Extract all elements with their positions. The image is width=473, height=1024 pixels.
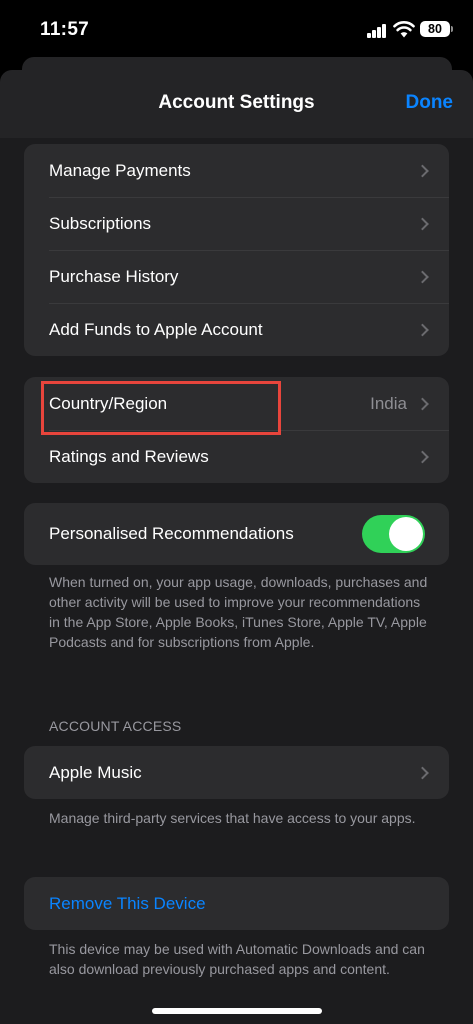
row-label: Apple Music: [49, 762, 142, 782]
status-bar: 11:57 80: [0, 0, 473, 58]
row-label: Ratings and Reviews: [49, 446, 209, 466]
ratings-reviews-row[interactable]: Ratings and Reviews: [24, 430, 449, 483]
remove-device-button[interactable]: Remove This Device: [49, 894, 206, 914]
row-label: Purchase History: [49, 266, 179, 286]
country-value: India: [370, 393, 407, 413]
done-button[interactable]: Done: [406, 92, 454, 114]
status-time: 11:57: [40, 19, 90, 40]
nav-bar: Account Settings Done: [0, 70, 473, 138]
chevron-right-icon: [416, 217, 429, 230]
row-label: Subscriptions: [49, 213, 152, 233]
chevron-right-icon: [416, 397, 429, 410]
add-funds-row[interactable]: Add Funds to Apple Account: [24, 303, 449, 356]
toggle-knob: [389, 517, 423, 551]
home-indicator[interactable]: [152, 1008, 322, 1014]
account-access-header: ACCOUNT ACCESS: [49, 718, 182, 734]
personalised-toggle[interactable]: [362, 515, 425, 553]
subscriptions-row[interactable]: Subscriptions: [24, 197, 449, 250]
personalised-recommendations-row: Personalised Recommendations: [24, 503, 449, 565]
account-access-footnote: Manage third-party services that have ac…: [49, 810, 416, 826]
manage-payments-row[interactable]: Manage Payments: [24, 144, 449, 197]
battery-icon: 80: [420, 21, 453, 37]
purchase-history-row[interactable]: Purchase History: [24, 250, 449, 303]
wifi-icon: [393, 21, 415, 38]
account-access-group: Apple Music: [24, 746, 449, 799]
row-label: Manage Payments: [49, 160, 191, 180]
personalised-footnote: When turned on, your app usage, download…: [49, 574, 428, 650]
remove-device-row[interactable]: Remove This Device: [24, 877, 449, 930]
chevron-right-icon: [416, 270, 429, 283]
personalised-group: Personalised Recommendations: [24, 503, 449, 565]
chevron-right-icon: [416, 164, 429, 177]
row-label: Add Funds to Apple Account: [49, 319, 263, 339]
chevron-right-icon: [416, 450, 429, 463]
highlight-annotation: [41, 381, 281, 435]
page-title: Account Settings: [158, 92, 315, 113]
signal-icon: [367, 24, 387, 38]
chevron-right-icon: [416, 323, 429, 336]
payments-group: Manage Payments Subscriptions Purchase H…: [24, 144, 449, 356]
row-label: Personalised Recommendations: [49, 524, 294, 543]
remove-device-group: Remove This Device: [24, 877, 449, 930]
apple-music-row[interactable]: Apple Music: [24, 746, 449, 799]
chevron-right-icon: [416, 766, 429, 779]
remove-device-footnote: This device may be used with Automatic D…: [49, 941, 425, 977]
